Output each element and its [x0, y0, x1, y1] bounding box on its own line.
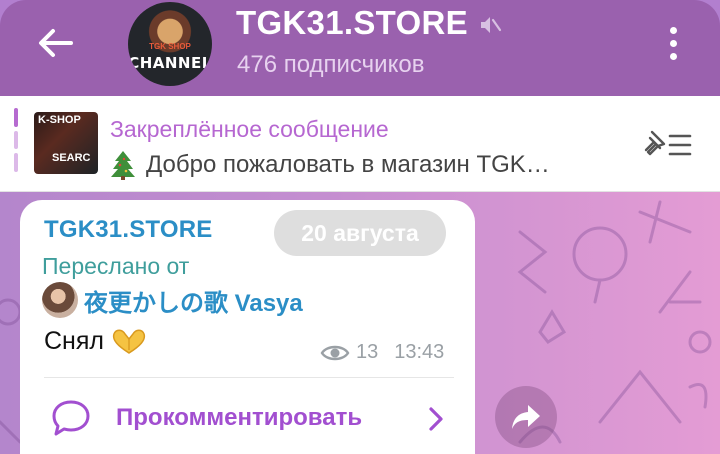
christmas-tree-emoji	[111, 151, 135, 180]
pinned-thumbnail: K-SHOP SEARC	[34, 112, 98, 174]
message-time: 13:43	[394, 341, 445, 363]
pinned-text: Добро пожаловать в магазин TGK…	[146, 151, 550, 178]
message-text: Снял	[44, 326, 104, 355]
comment-bubble-icon	[52, 400, 90, 436]
title-row[interactable]: TGK31.STORE	[236, 4, 502, 42]
date-badge: 20 августа	[274, 210, 446, 256]
avatar-text: CHANNEL	[128, 54, 212, 72]
chat-header: TGK SHOP CHANNEL TGK31.STORE 476 подписч…	[0, 0, 720, 96]
subscriber-count: 476 подписчиков	[237, 51, 425, 78]
menu-dot	[669, 52, 677, 60]
comment-label: Прокомментировать	[116, 404, 363, 431]
message-text-row: Снял	[44, 326, 148, 356]
more-vertical-icon[interactable]	[660, 20, 686, 66]
chevron-right-icon	[429, 407, 443, 431]
comment-button[interactable]: Прокомментировать	[48, 396, 458, 442]
pinned-thumb-text-bottom: SEARC	[52, 152, 91, 164]
avatar-small-text: TGK SHOP	[149, 42, 191, 51]
heart-hands-emoji	[112, 329, 146, 354]
muted-speaker-icon	[480, 17, 502, 33]
forwarded-label: Переслано от	[42, 253, 190, 279]
forwarded-avatar	[42, 282, 78, 318]
forwarded-name: 夜更かしの歌 Vasya	[84, 289, 303, 317]
pinned-preview: Добро пожаловать в магазин TGK…	[110, 150, 630, 180]
pin-list-icon[interactable]	[640, 128, 696, 164]
pinned-indicator-segment	[14, 130, 18, 150]
back-button[interactable]	[30, 20, 80, 66]
bubble-divider	[44, 377, 454, 378]
channel-title: TGK31.STORE	[236, 4, 468, 41]
channel-avatar[interactable]: TGK SHOP CHANNEL	[128, 2, 212, 86]
share-button[interactable]	[495, 386, 557, 448]
message-meta: 13 13:43	[320, 341, 444, 364]
menu-dot	[669, 26, 677, 34]
pinned-title: Закреплённое сообщение	[110, 116, 389, 142]
message-sender[interactable]: TGK31.STORE	[44, 216, 212, 244]
view-count: 13	[356, 341, 379, 363]
pinned-thumb-text-top: K-SHOP	[38, 114, 81, 126]
pinned-indicator	[14, 108, 18, 173]
pinned-indicator-segment	[14, 108, 18, 127]
menu-dot	[669, 39, 677, 47]
arrow-left-icon	[39, 29, 73, 57]
forwarded-from[interactable]: 夜更かしの歌 Vasya	[42, 282, 303, 318]
pinned-indicator-segment	[14, 153, 18, 173]
share-forward-icon	[512, 405, 540, 429]
eye-icon	[320, 345, 350, 360]
